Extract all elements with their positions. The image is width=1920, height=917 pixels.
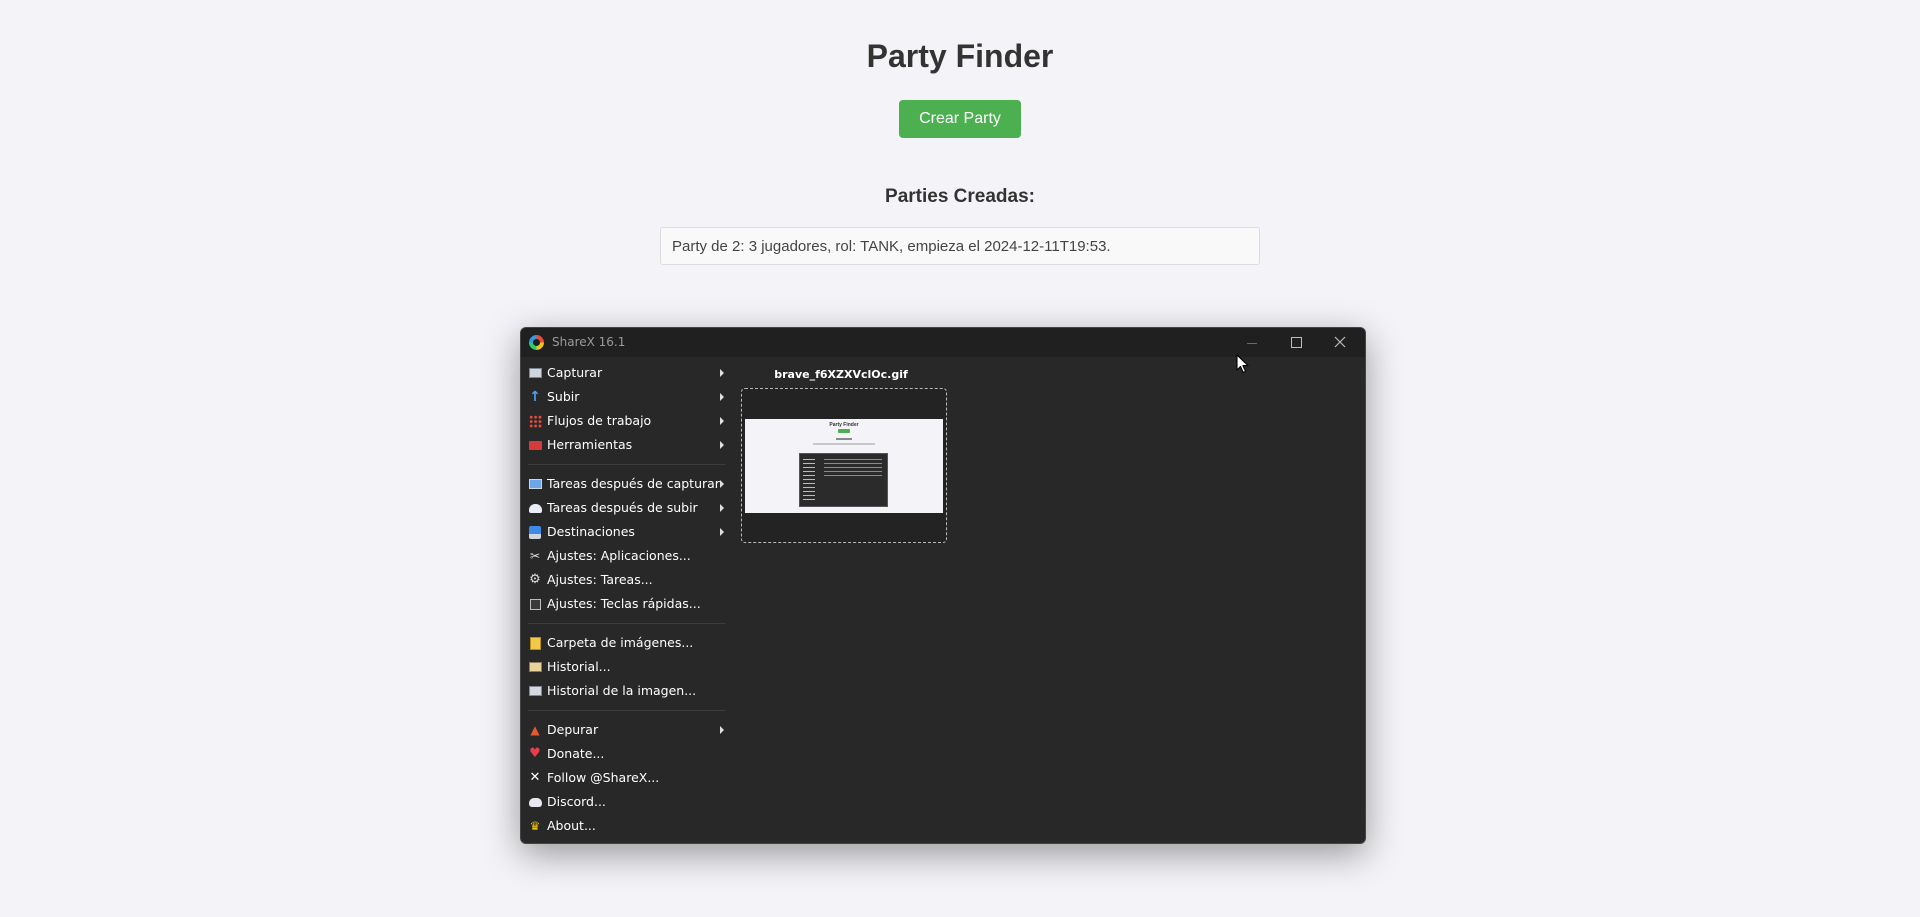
section-title: Parties Creadas: <box>885 186 1035 207</box>
menu-item-debug[interactable]: ▲ Depurar <box>526 718 730 742</box>
menu-separator <box>528 623 726 624</box>
menu-item-after-capture[interactable]: Tareas después de capturar <box>526 472 730 496</box>
thumbnail-list-item <box>813 443 875 445</box>
history-icon <box>528 660 542 674</box>
after-upload-icon <box>528 501 542 515</box>
menu-item-label: Ajustes: Tareas... <box>547 572 653 587</box>
discord-icon <box>528 795 542 809</box>
submenu-arrow-icon <box>720 480 724 488</box>
menu-item-capture[interactable]: Capturar <box>526 361 730 385</box>
thumbnail-button <box>838 429 850 433</box>
submenu-arrow-icon <box>720 528 724 536</box>
menu-item-after-upload[interactable]: Tareas después de subir <box>526 496 730 520</box>
party-list: Party de 2: 3 jugadores, rol: TANK, empi… <box>660 227 1260 265</box>
gear-icon: ⚙ <box>529 572 541 587</box>
menu-item-history[interactable]: Historial... <box>526 655 730 679</box>
menu-item-label: Follow @ShareX... <box>547 770 660 785</box>
sharex-main-menu: Capturar ↑ Subir Flujos de trabajo Herra… <box>526 361 730 838</box>
destinations-icon <box>528 525 542 539</box>
sharex-logo-icon <box>529 335 544 350</box>
maximize-button[interactable] <box>1274 328 1318 357</box>
traffic-cone-icon: ▲ <box>530 723 540 737</box>
menu-item-label: Depurar <box>547 722 599 737</box>
menu-item-label: Carpeta de imágenes... <box>547 635 694 650</box>
menu-item-upload[interactable]: ↑ Subir <box>526 385 730 409</box>
submenu-arrow-icon <box>720 726 724 734</box>
sharex-window: ShareX 16.1 Capturar ↑ Subir Flujos de t… <box>520 327 1366 844</box>
menu-item-label: Ajustes: Teclas rápidas... <box>547 596 701 611</box>
tools-icon <box>528 438 542 452</box>
menu-item-label: Subir <box>547 389 580 404</box>
menu-item-label: Historial... <box>547 659 611 674</box>
menu-item-follow[interactable]: ✕ Follow @ShareX... <box>526 766 730 790</box>
menu-item-destinations[interactable]: Destinaciones <box>526 520 730 544</box>
wrench-icon: ✂ <box>529 549 541 563</box>
submenu-arrow-icon <box>720 417 724 425</box>
menu-item-image-folder[interactable]: Carpeta de imágenes... <box>526 631 730 655</box>
menu-item-label: Capturar <box>547 365 603 380</box>
mouse-cursor-icon <box>1236 354 1249 374</box>
menu-separator <box>528 464 726 465</box>
submenu-arrow-icon <box>720 441 724 449</box>
menu-item-label: Discord... <box>547 794 606 809</box>
thumbnail-title: Party Finder <box>829 422 859 428</box>
folder-icon <box>528 636 542 650</box>
page-title: Party Finder <box>866 38 1054 74</box>
thumbnail-preview: Party Finder <box>745 419 943 513</box>
close-button[interactable] <box>1318 328 1362 357</box>
menu-item-label: Tareas después de subir <box>547 500 698 515</box>
window-title: ShareX 16.1 <box>552 335 626 349</box>
after-capture-icon <box>528 477 542 491</box>
x-logo-icon: ✕ <box>529 770 541 785</box>
menu-item-discord[interactable]: Discord... <box>526 790 730 814</box>
heart-icon: ♥ <box>529 746 541 761</box>
image-history-icon <box>528 684 542 698</box>
menu-item-tools[interactable]: Herramientas <box>526 433 730 457</box>
minimize-button[interactable] <box>1230 328 1274 357</box>
party-list-item: Party de 2: 3 jugadores, rol: TANK, empi… <box>660 227 1260 265</box>
submenu-arrow-icon <box>720 393 724 401</box>
workflow-icon <box>528 414 542 428</box>
file-name: brave_f6XZXVclOc.gif <box>774 368 908 381</box>
keyboard-icon <box>528 597 542 611</box>
upload-arrow-icon: ↑ <box>529 389 541 405</box>
menu-item-label: About... <box>547 818 596 833</box>
menu-item-about[interactable]: ♛ About... <box>526 814 730 838</box>
menu-item-donate[interactable]: ♥ Donate... <box>526 742 730 766</box>
crown-icon: ♛ <box>529 819 541 833</box>
menu-item-label: Herramientas <box>547 437 633 452</box>
menu-item-workflows[interactable]: Flujos de trabajo <box>526 409 730 433</box>
submenu-arrow-icon <box>720 504 724 512</box>
menu-item-label: Destinaciones <box>547 524 635 539</box>
capture-icon <box>528 366 542 380</box>
menu-item-label: Flujos de trabajo <box>547 413 652 428</box>
submenu-arrow-icon <box>720 369 724 377</box>
menu-item-image-history[interactable]: Historial de la imagen... <box>526 679 730 703</box>
thumbnail-window <box>799 453 888 507</box>
close-icon <box>1334 336 1346 348</box>
menu-item-label: Donate... <box>547 746 605 761</box>
menu-item-task-settings[interactable]: ⚙ Ajustes: Tareas... <box>526 568 730 592</box>
menu-item-app-settings[interactable]: ✂ Ajustes: Aplicaciones... <box>526 544 730 568</box>
create-party-button[interactable]: Crear Party <box>899 100 1021 138</box>
thumbnail-subtitle <box>836 438 852 440</box>
menu-item-label: Historial de la imagen... <box>547 683 697 698</box>
menu-item-label: Tareas después de capturar <box>547 476 720 491</box>
menu-separator <box>528 710 726 711</box>
menu-item-hotkey-settings[interactable]: Ajustes: Teclas rápidas... <box>526 592 730 616</box>
menu-item-label: Ajustes: Aplicaciones... <box>547 548 691 563</box>
capture-thumbnail[interactable]: Party Finder <box>741 388 947 543</box>
window-titlebar[interactable]: ShareX 16.1 <box>521 328 1365 357</box>
